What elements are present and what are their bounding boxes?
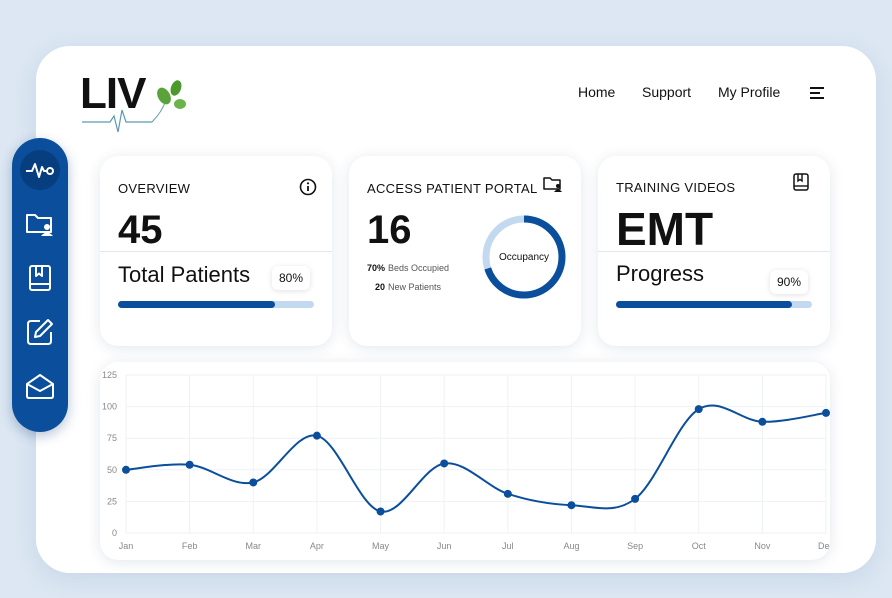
data-point — [631, 494, 640, 503]
training-course-name: EMT — [616, 203, 714, 255]
series-line — [125, 404, 827, 513]
total-patients-label: Total Patients — [118, 262, 251, 287]
percent-badge: 90% — [770, 270, 809, 294]
data-point — [567, 501, 576, 510]
sidebar — [12, 138, 68, 432]
edit-icon — [27, 319, 53, 345]
sidebar-item-patients[interactable] — [20, 204, 60, 244]
x-tick-label: Jan — [119, 541, 134, 551]
data-point — [185, 460, 194, 469]
menu-icon[interactable] — [810, 87, 826, 99]
x-tick-label: Jun — [437, 541, 452, 551]
y-tick-label: 25 — [107, 496, 117, 506]
line-chart: 0 25 50 75 100 125 Jan Feb Mar Apr May Jun Jul Aug Sep… — [102, 370, 835, 551]
data-point — [758, 417, 767, 426]
stat-label: New Patients — [388, 282, 442, 292]
liv-logo[interactable]: LIV — [80, 72, 192, 138]
x-tick-label: Jul — [502, 541, 514, 551]
sidebar-item-training[interactable] — [20, 258, 60, 298]
x-tick-label: Sep — [627, 541, 643, 551]
info-icon[interactable] — [299, 178, 317, 196]
new-patients-stat: 20 New Patients — [375, 282, 441, 292]
sidebar-item-edit[interactable] — [20, 312, 60, 352]
y-tick-label: 50 — [107, 465, 117, 475]
x-tick-label: Feb — [182, 541, 198, 551]
stat-label: Beds Occupied — [388, 263, 450, 273]
data-point — [376, 507, 385, 516]
percent-badge: 80% — [272, 266, 311, 290]
x-tick-label: May — [372, 541, 390, 551]
y-tick-label: 75 — [107, 433, 117, 443]
card-title: TRAINING VIDEOS — [616, 180, 736, 195]
x-tick-label: Dec — [818, 541, 830, 551]
x-tick-label: Apr — [310, 541, 324, 551]
logo-leaf-icon — [82, 80, 186, 133]
progress-label: Progress — [616, 261, 705, 286]
nav-support[interactable]: Support — [642, 84, 691, 104]
occupancy-donut: Occupancy — [482, 215, 566, 299]
beds-occupied-stat: 70% Beds Occupied — [367, 263, 449, 273]
training-card[interactable]: TRAINING VIDEOS EMT Progress 90% — [598, 156, 830, 346]
x-tick-label: Oct — [692, 541, 707, 551]
progress-bar — [118, 301, 314, 308]
sidebar-item-activity[interactable] — [20, 150, 60, 190]
mail-icon — [26, 374, 54, 399]
card-title: ACCESS PATIENT PORTAL — [367, 181, 538, 196]
progress-fill — [616, 301, 793, 308]
x-tick-label: Nov — [754, 541, 771, 551]
total-patients-value: 45 — [118, 208, 163, 252]
y-tick-label: 0 — [112, 528, 117, 538]
card-title: OVERVIEW — [118, 181, 191, 196]
data-point — [122, 465, 130, 474]
pulse-icon — [26, 163, 54, 178]
sidebar-item-mail[interactable] — [20, 366, 60, 406]
folder-user-icon — [26, 214, 53, 236]
overview-card[interactable]: OVERVIEW 45 Total Patients 80% — [100, 156, 332, 346]
data-point — [503, 489, 512, 498]
progress-bar — [616, 301, 812, 308]
patient-portal-card[interactable]: ACCESS PATIENT PORTAL 16 70% Beds Occupie… — [349, 156, 581, 346]
nav-home[interactable]: Home — [578, 84, 615, 104]
stat-value: 70% — [367, 263, 386, 273]
folder-user-icon[interactable] — [543, 176, 563, 192]
data-point — [312, 431, 321, 440]
occupied-beds-value: 16 — [367, 208, 412, 252]
stat-value: 20 — [375, 282, 386, 292]
data-point — [822, 408, 830, 417]
y-tick-label: 125 — [102, 370, 117, 380]
data-point — [440, 459, 449, 468]
data-point — [249, 478, 258, 487]
x-tick-label: Aug — [563, 541, 579, 551]
nav-profile[interactable]: My Profile — [718, 84, 780, 104]
divider — [598, 251, 830, 252]
x-tick-label: Mar — [246, 541, 262, 551]
book-icon[interactable] — [793, 173, 809, 191]
y-tick-label: 100 — [102, 402, 117, 412]
donut-label: Occupancy — [499, 252, 549, 263]
book-icon — [29, 265, 51, 291]
chart-card: 0 25 50 75 100 125 Jan Feb Mar Apr May Jun Jul Aug Sep… — [100, 362, 835, 560]
divider — [100, 251, 332, 252]
progress-fill — [118, 301, 275, 308]
data-point — [694, 405, 703, 414]
